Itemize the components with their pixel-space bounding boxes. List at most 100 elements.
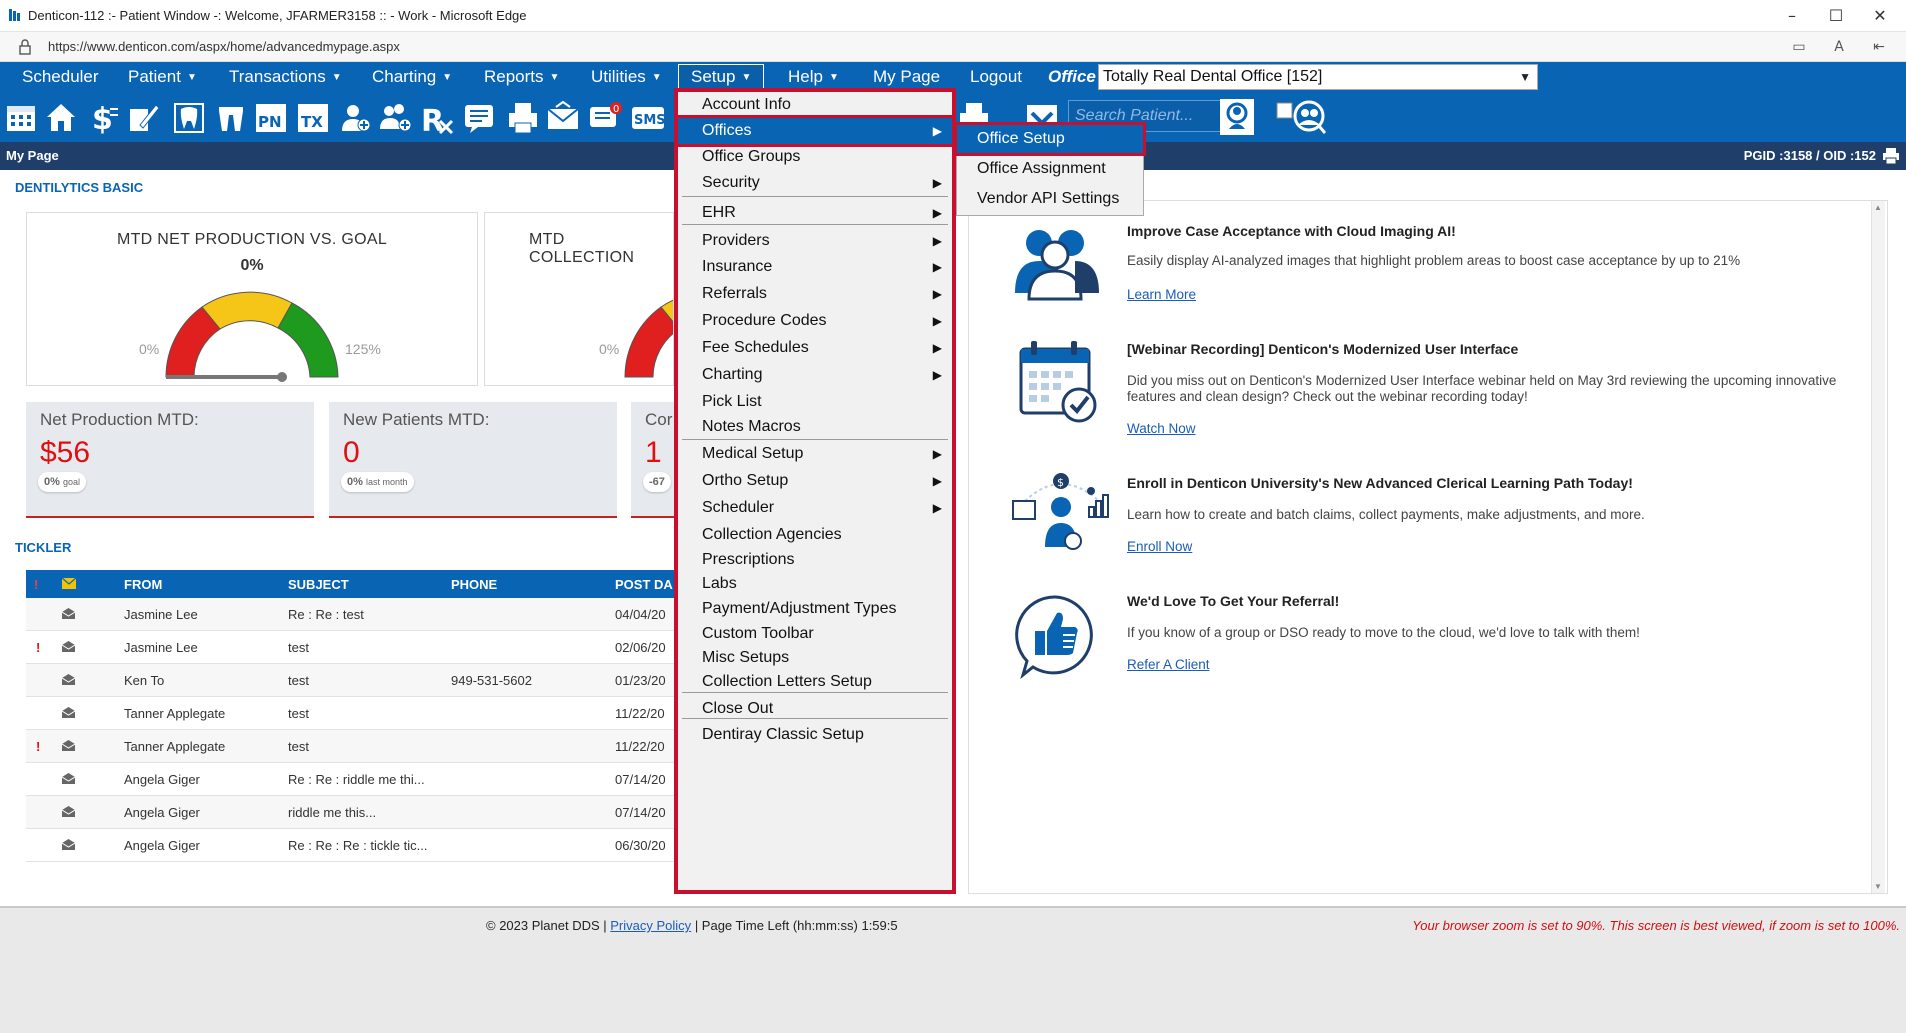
- menu-item-notes-macros[interactable]: Notes Macros: [678, 414, 952, 440]
- col-from[interactable]: FROM: [124, 577, 162, 592]
- submenu-office-setup[interactable]: Office Setup: [954, 122, 1146, 156]
- caret-down-icon: ▼: [442, 71, 453, 83]
- menu-item-offices[interactable]: Offices ▶: [675, 115, 955, 147]
- menu-item-office-groups[interactable]: Office Groups: [678, 144, 952, 170]
- dollar-icon[interactable]: $: [86, 99, 120, 137]
- menu-item-labs[interactable]: Labs: [678, 571, 952, 597]
- learn-more-link[interactable]: Learn More: [1127, 287, 1196, 302]
- add-users-icon[interactable]: [378, 99, 412, 135]
- menu-item-close-out[interactable]: Close Out: [678, 696, 952, 722]
- nav-setup[interactable]: Setup ▼: [678, 64, 765, 90]
- add-user-icon[interactable]: [338, 99, 372, 135]
- menu-item-referrals[interactable]: Referrals ▶: [678, 281, 952, 307]
- patient-search-icon[interactable]: [1220, 99, 1254, 135]
- menu-item-charting[interactable]: Charting ▶: [678, 362, 952, 388]
- nav-charting[interactable]: Charting ▼: [372, 62, 452, 92]
- stat-value: $56: [40, 436, 91, 469]
- menu-item-label: Notes Macros: [702, 418, 801, 435]
- table-row[interactable]: Angela Giger Re : Re : riddle me thi... 07…: [26, 763, 676, 796]
- refer-a-client-link[interactable]: Refer A Client: [1127, 657, 1210, 672]
- menu-item-fee-schedules[interactable]: Fee Schedules ▶: [678, 335, 952, 361]
- pn-icon[interactable]: PN: [254, 99, 288, 135]
- menu-item-ortho-setup[interactable]: Ortho Setup ▶: [678, 468, 952, 494]
- menu-item-providers[interactable]: Providers ▶: [678, 228, 952, 254]
- menu-item-prescriptions[interactable]: Prescriptions: [678, 547, 952, 573]
- submenu-arrow-icon: ▶: [932, 314, 942, 328]
- menu-item-insurance[interactable]: Insurance ▶: [678, 254, 952, 280]
- chat-icon[interactable]: 0: [588, 99, 622, 135]
- cell-subject: test: [288, 640, 309, 655]
- nav-logout[interactable]: Logout: [970, 62, 1022, 92]
- tooth-icon[interactable]: [172, 99, 206, 135]
- rx-icon[interactable]: R: [420, 99, 454, 139]
- menu-item-label: Prescriptions: [702, 551, 795, 568]
- cell-from: Angela Giger: [124, 838, 200, 853]
- scroll-up-icon[interactable]: ▲: [1874, 203, 1882, 212]
- mail-icon[interactable]: [546, 99, 580, 135]
- envelope-open-icon: [61, 838, 76, 853]
- menu-item-dentiray-classic-setup[interactable]: Dentiray Classic Setup: [678, 722, 952, 748]
- printer-icon[interactable]: [506, 99, 540, 135]
- menu-item-label: Account Info: [702, 96, 791, 113]
- menu-item-account-info[interactable]: Account Info: [678, 92, 952, 118]
- table-row[interactable]: Angela Giger Re : Re : Re : tickle tic...…: [26, 829, 676, 862]
- nav-utilities[interactable]: Utilities ▼: [591, 62, 662, 92]
- notes-icon[interactable]: [462, 99, 496, 135]
- printer-icon[interactable]: [1882, 147, 1900, 165]
- submenu-office-assignment[interactable]: Office Assignment: [957, 155, 1143, 183]
- menu-item-procedure-codes[interactable]: Procedure Codes ▶: [678, 308, 952, 334]
- menu-item-security[interactable]: Security ▶: [678, 170, 952, 196]
- promo-panel-scrollbar[interactable]: ▲ ▼: [1871, 201, 1885, 893]
- stat-value: 0: [343, 436, 360, 469]
- nav-scheduler[interactable]: Scheduler: [22, 62, 99, 92]
- sidebar-toggle-icon[interactable]: ⇤: [1868, 37, 1890, 57]
- url-field[interactable]: https://www.denticon.com/aspx/home/advan…: [48, 39, 400, 54]
- menu-item-collection-agencies[interactable]: Collection Agencies: [678, 522, 952, 548]
- col-subject[interactable]: SUBJECT: [288, 577, 349, 592]
- menu-item-pick-list[interactable]: Pick List: [678, 389, 952, 415]
- table-row[interactable]: Angela Giger riddle me this... 07/14/20: [26, 796, 676, 829]
- nav-patient[interactable]: Patient ▼: [128, 62, 197, 92]
- tx-icon[interactable]: TX: [296, 99, 330, 135]
- home-icon[interactable]: [44, 99, 78, 135]
- col-phone[interactable]: PHONE: [451, 577, 497, 592]
- cell-date: 01/23/20: [615, 673, 666, 688]
- menu-item-medical-setup[interactable]: Medical Setup ▶: [678, 441, 952, 467]
- app-available-icon[interactable]: ▭: [1788, 37, 1810, 57]
- teeth-icon[interactable]: [214, 99, 248, 135]
- office-select[interactable]: Totally Real Dental Office [152] ▼: [1098, 64, 1538, 90]
- table-row[interactable]: ! Tanner Applegate test 11/22/20: [26, 730, 676, 763]
- col-post-date[interactable]: POST DA: [615, 577, 673, 592]
- menu-item-payment-adjustment-types[interactable]: Payment/Adjustment Types: [678, 596, 952, 622]
- menu-item-scheduler[interactable]: Scheduler ▶: [678, 495, 952, 521]
- table-row[interactable]: Tanner Applegate test 11/22/20: [26, 697, 676, 730]
- family-checkbox[interactable]: [1268, 99, 1293, 135]
- submenu-arrow-icon: ▶: [932, 501, 942, 515]
- family-search-icon[interactable]: [1292, 99, 1327, 135]
- nav-reports[interactable]: Reports ▼: [484, 62, 559, 92]
- menu-item-collection-letters-setup[interactable]: Collection Letters Setup: [678, 669, 952, 695]
- minimize-button[interactable]: –: [1770, 4, 1814, 28]
- pencil-icon[interactable]: [126, 99, 160, 135]
- table-row[interactable]: Ken To test 949-531-5602 01/23/20: [26, 664, 676, 697]
- submenu-vendor-api-settings[interactable]: Vendor API Settings: [957, 185, 1143, 213]
- menu-separator: [682, 196, 948, 197]
- nav-transactions[interactable]: Transactions ▼: [229, 62, 342, 92]
- menu-item-misc-setups[interactable]: Misc Setups: [678, 645, 952, 671]
- maximize-button[interactable]: ☐: [1814, 4, 1858, 28]
- enroll-now-link[interactable]: Enroll Now: [1127, 539, 1192, 554]
- menu-item-label: Pick List: [702, 393, 762, 410]
- menu-item-custom-toolbar[interactable]: Custom Toolbar: [678, 621, 952, 647]
- close-button[interactable]: ✕: [1858, 4, 1902, 28]
- table-row[interactable]: Jasmine Lee Re : Re : test 04/04/20: [26, 598, 676, 631]
- calendar-icon[interactable]: [4, 99, 38, 135]
- sms-icon[interactable]: SMS: [630, 99, 666, 135]
- menu-item-ehr[interactable]: EHR ▶: [678, 200, 952, 226]
- cell-flag: !: [36, 640, 41, 655]
- watch-now-link[interactable]: Watch Now: [1127, 421, 1196, 436]
- scroll-down-icon[interactable]: ▼: [1874, 882, 1882, 891]
- caret-down-icon: ▼: [828, 71, 839, 83]
- privacy-policy-link[interactable]: Privacy Policy: [610, 918, 691, 933]
- table-row[interactable]: ! Jasmine Lee test 02/06/20: [26, 631, 676, 664]
- read-aloud-icon[interactable]: A: [1828, 37, 1850, 57]
